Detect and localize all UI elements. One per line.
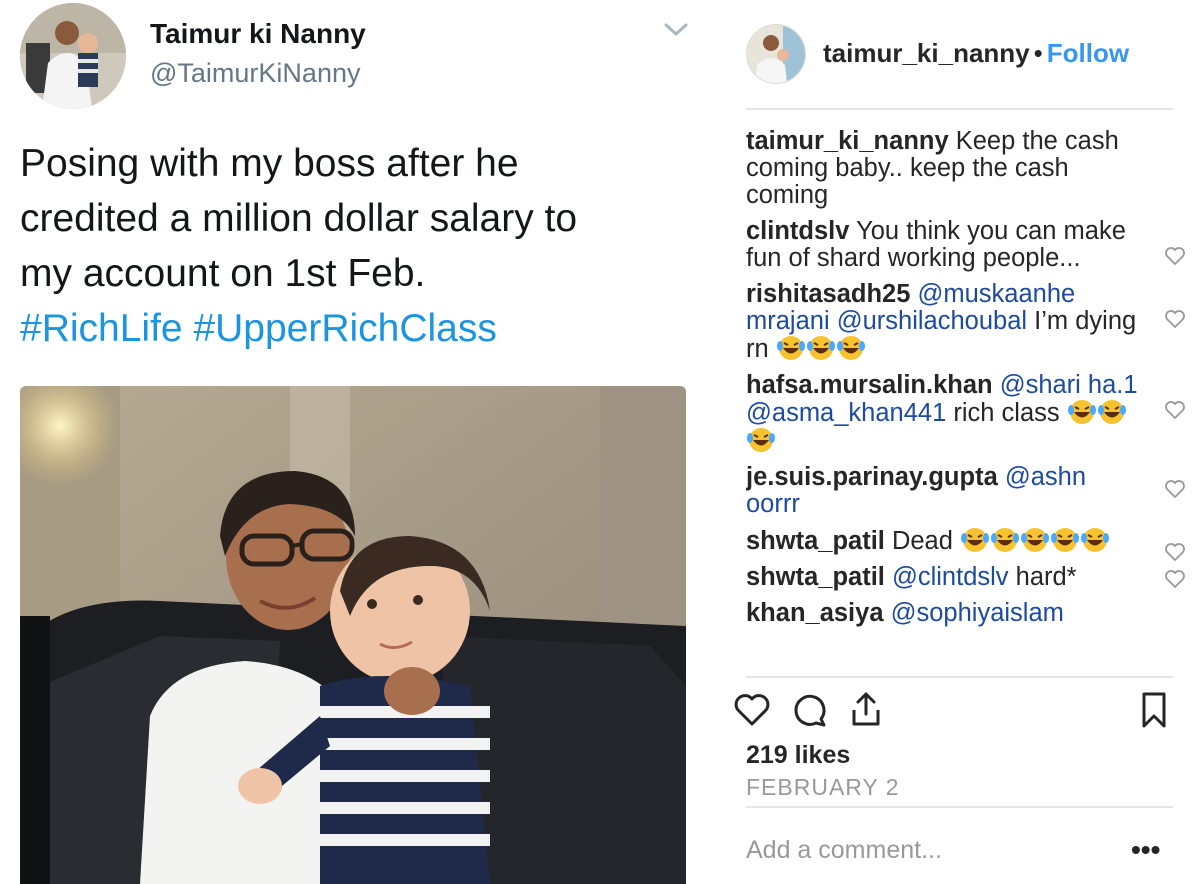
laughing-emoji-icon xyxy=(990,527,1020,553)
heart-icon[interactable] xyxy=(732,690,772,730)
instagram-avatar[interactable] xyxy=(746,24,806,84)
laughing-emoji-icon xyxy=(1080,527,1110,553)
separator-dot: • xyxy=(1033,38,1043,68)
laughing-emoji-icon xyxy=(1050,527,1080,553)
comment-item: shwta_patil Dead xyxy=(746,527,1186,562)
post-actions xyxy=(732,690,1172,734)
header-divider xyxy=(746,108,1173,110)
likes-count[interactable]: 219 likes xyxy=(746,741,850,770)
comment-mention[interactable]: @sophiyaislam xyxy=(891,599,1064,627)
laughing-emoji-icon xyxy=(806,335,836,361)
post-date: FEBRUARY 2 xyxy=(746,774,900,800)
tweet-hashtags[interactable]: #RichLife #UpperRichClass xyxy=(20,301,700,356)
laughing-emoji-icon xyxy=(1097,399,1127,425)
tweet-text-line: Posing with my boss after he xyxy=(20,142,519,185)
date-divider xyxy=(746,806,1173,808)
laughing-emoji-icon xyxy=(1020,527,1050,553)
comment-item: khan_asiya @sophiyaislam xyxy=(746,600,1186,627)
more-options-button[interactable]: ••• xyxy=(1131,834,1160,866)
laughing-emoji-icon xyxy=(776,335,806,361)
tweet-text: Posing with my boss after he credited a … xyxy=(20,136,700,356)
comment-user[interactable]: shwta_patil xyxy=(746,527,885,555)
instagram-username[interactable]: taimur_ki_nanny xyxy=(823,38,1030,68)
bookmark-icon[interactable] xyxy=(1134,690,1174,730)
comments-list[interactable]: taimur_ki_nanny Keep the cash coming bab… xyxy=(746,128,1186,674)
comment-icon[interactable] xyxy=(790,690,830,730)
laughing-emoji-icon xyxy=(836,335,866,361)
comment-item: clintdslv You think you can make fun of … xyxy=(746,218,1186,272)
laughing-emoji-icon xyxy=(960,527,990,553)
comment-mention[interactable]: @shari ha.1 xyxy=(1000,371,1138,399)
tweet-panel: Taimur ki Nanny @TaimurKiNanny Posing wi… xyxy=(0,0,710,884)
tweet-text-line: my account on 1st Feb. xyxy=(20,252,426,295)
instagram-panel: taimur_ki_nanny • Follow taimur_ki_nanny K… xyxy=(710,0,1200,884)
laughing-emoji-icon xyxy=(746,427,776,453)
comments-divider xyxy=(746,676,1173,678)
heart-icon[interactable] xyxy=(1164,541,1186,562)
tweet-photo[interactable] xyxy=(20,386,686,884)
comment-mention[interactable]: @urshilachoubal xyxy=(837,307,1027,335)
comment-mention[interactable]: @asma_khan441 xyxy=(746,399,946,427)
heart-icon[interactable] xyxy=(1164,308,1186,329)
tweet-display-name[interactable]: Taimur ki Nanny xyxy=(150,18,366,50)
tweet-avatar[interactable] xyxy=(20,3,126,109)
comment-item: rishitasadh25 @muskaanhe mrajani @urshil… xyxy=(746,281,1186,363)
laughing-emoji-icon xyxy=(1067,399,1097,425)
heart-icon[interactable] xyxy=(1164,399,1186,420)
comment-user[interactable]: taimur_ki_nanny xyxy=(746,128,949,155)
share-icon[interactable] xyxy=(846,690,886,730)
heart-icon[interactable] xyxy=(1164,568,1186,589)
comment-item: je.suis.parinay.gupta @ashn oorrr xyxy=(746,464,1186,518)
instagram-post-header: taimur_ki_nanny • Follow xyxy=(823,38,1129,69)
tweet-text-line: credited a million dollar salary to xyxy=(20,197,578,240)
comment-text: rich class xyxy=(946,399,1067,427)
comment-user[interactable]: khan_asiya xyxy=(746,599,884,627)
follow-button[interactable]: Follow xyxy=(1047,38,1129,68)
comment-mention[interactable]: @clintdslv xyxy=(892,563,1009,591)
comment-item: shwta_patil @clintdslv hard* xyxy=(746,564,1186,591)
comment-item: hafsa.mursalin.khan @shari ha.1 @asma_kh… xyxy=(746,372,1186,455)
tweet-handle[interactable]: @TaimurKiNanny xyxy=(150,58,360,89)
add-comment-input[interactable]: Add a comment... xyxy=(746,836,942,865)
chevron-down-icon[interactable] xyxy=(662,20,690,40)
comment-user[interactable]: je.suis.parinay.gupta xyxy=(746,463,998,491)
comment-user[interactable]: clintdslv xyxy=(746,217,849,245)
comment-text: Dead xyxy=(884,527,961,555)
comment-user[interactable]: hafsa.mursalin.khan xyxy=(746,371,993,399)
caption: taimur_ki_nanny Keep the cash coming bab… xyxy=(746,128,1186,209)
comment-user[interactable]: shwta_patil xyxy=(746,563,885,591)
comment-text: hard* xyxy=(1008,563,1077,591)
heart-icon[interactable] xyxy=(1164,478,1186,499)
comment-user[interactable]: rishitasadh25 xyxy=(746,280,910,308)
heart-icon[interactable] xyxy=(1164,245,1186,266)
